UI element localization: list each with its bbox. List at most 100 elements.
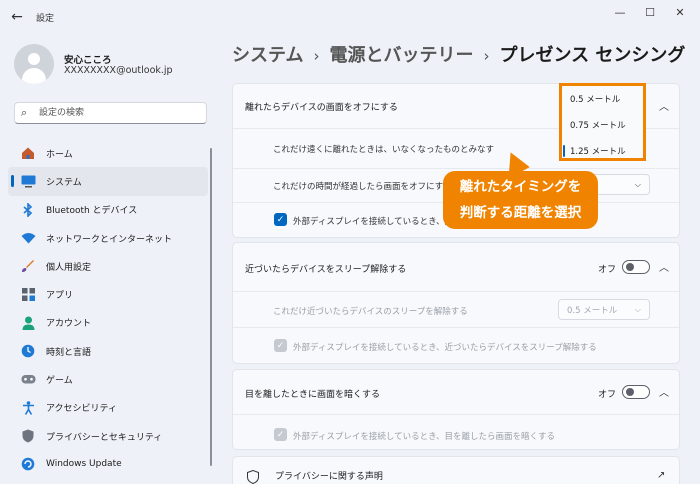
external-display-checkbox[interactable]: ✓ bbox=[274, 213, 287, 226]
chevron-right-icon: › bbox=[483, 47, 490, 65]
maximize-button[interactable]: ☐ bbox=[636, 4, 664, 22]
wake-distance-select[interactable]: 0.5 メートル ⌵ bbox=[558, 299, 650, 320]
section1-title: 離れたらデバイスの画面をオフにする bbox=[245, 103, 398, 113]
chevron-right-icon: › bbox=[313, 47, 320, 65]
toggle-state-label: オフ bbox=[598, 390, 617, 400]
wake-external-label: 外部ディスプレイを接続しているとき、近づいたらデバイスをスリープ解除する bbox=[293, 343, 597, 353]
shield-icon bbox=[20, 428, 36, 444]
system-icon bbox=[20, 173, 36, 189]
annotation-callout: 離れたタイミングを 判断する距離を選択 bbox=[443, 171, 598, 229]
chevron-down-icon: ⌵ bbox=[634, 305, 641, 314]
shield-icon bbox=[247, 469, 259, 484]
user-name: 安心こころ bbox=[64, 55, 112, 66]
sidebar-item-label: 時刻と言語 bbox=[46, 347, 92, 358]
toggle-knob bbox=[626, 388, 634, 396]
update-icon bbox=[20, 456, 36, 472]
selected-indicator bbox=[563, 145, 565, 157]
wake-toggle[interactable] bbox=[622, 260, 650, 274]
breadcrumb-power[interactable]: 電源とバッテリー bbox=[329, 45, 473, 66]
sidebar-item-accounts[interactable]: アカウント bbox=[8, 309, 208, 337]
toggle-knob bbox=[626, 263, 634, 271]
wake-distance-label: これだけ近づいたらデバイスのスリープを解除する bbox=[273, 307, 468, 317]
breadcrumb: システム › 電源とバッテリー › プレゼンス センシング bbox=[232, 41, 685, 67]
app-title: 設定 bbox=[36, 14, 55, 24]
active-indicator bbox=[11, 175, 14, 188]
game-icon bbox=[20, 372, 36, 388]
sidebar-item-bluetooth[interactable]: Bluetooth とデバイス bbox=[8, 196, 208, 224]
sidebar-item-gaming[interactable]: ゲーム bbox=[8, 365, 208, 393]
divider bbox=[233, 291, 679, 292]
minimize-button[interactable]: — bbox=[606, 4, 634, 22]
search-input[interactable] bbox=[39, 106, 199, 120]
back-arrow-icon[interactable]: ← bbox=[8, 8, 26, 26]
dim-external-label: 外部ディスプレイを接続しているとき、目を離したら画面を暗くする bbox=[293, 432, 556, 442]
dim-toggle[interactable] bbox=[622, 385, 650, 399]
account-icon bbox=[20, 315, 36, 331]
sidebar-item-label: Bluetooth とデバイス bbox=[46, 206, 138, 217]
wake-distance-value: 0.5 メートル bbox=[567, 306, 618, 316]
network-icon bbox=[20, 230, 36, 246]
sidebar-item-label: アクセシビリティ bbox=[46, 404, 118, 415]
sidebar-scrollbar[interactable] bbox=[210, 148, 212, 466]
bluetooth-icon bbox=[20, 202, 36, 218]
sidebar-nav: ホーム システム Bluetooth とデバイス ネットワークとインターネット … bbox=[8, 139, 208, 479]
chevron-up-icon[interactable]: ︿ bbox=[659, 98, 669, 113]
section-privacy-statement[interactable]: プライバシーに関する声明 ↗ bbox=[232, 456, 680, 484]
divider bbox=[233, 414, 679, 415]
sidebar-item-label: アプリ bbox=[46, 291, 74, 302]
sidebar-item-privacy[interactable]: プライバシーとセキュリティ bbox=[8, 422, 208, 450]
sidebar-item-apps[interactable]: アプリ bbox=[8, 280, 208, 308]
divider bbox=[233, 168, 679, 169]
avatar[interactable] bbox=[14, 44, 54, 84]
privacy-statement-title: プライバシーに関する声明 bbox=[275, 472, 383, 482]
sidebar-item-time-language[interactable]: 時刻と言語 bbox=[8, 337, 208, 365]
sidebar-item-label: ホーム bbox=[46, 149, 73, 160]
apps-icon bbox=[20, 287, 36, 303]
chevron-up-icon[interactable]: ︿ bbox=[659, 259, 669, 274]
external-link-icon[interactable]: ↗ bbox=[657, 470, 665, 481]
sidebar-item-system[interactable]: システム bbox=[8, 167, 208, 196]
accessibility-icon bbox=[20, 400, 36, 416]
sidebar-item-personalization[interactable]: 個人用設定 bbox=[8, 252, 208, 280]
home-icon bbox=[20, 145, 36, 161]
dim-external-checkbox[interactable]: ✓ bbox=[274, 428, 287, 441]
callout-line2: 判断する距離を選択 bbox=[459, 205, 582, 221]
sidebar-item-home[interactable]: ホーム bbox=[8, 139, 208, 167]
external-display-label: 外部ディスプレイを接続しているとき、離 bbox=[293, 217, 454, 227]
distance-dropdown-popup: 0.5 メートル 0.75 メートル 1.25 メートル bbox=[559, 83, 646, 161]
brush-icon bbox=[20, 258, 36, 274]
section2-title: 近づいたらデバイスをスリープ解除する bbox=[245, 265, 407, 275]
sidebar-item-label: アカウント bbox=[46, 319, 92, 330]
breadcrumb-system[interactable]: システム bbox=[232, 45, 303, 66]
sidebar-item-label: ゲーム bbox=[46, 376, 73, 387]
divider bbox=[233, 327, 679, 328]
title-bar: ← 設定 — ☐ ✕ bbox=[0, 0, 700, 34]
section-wake-on-approach: 近づいたらデバイスをスリープ解除する オフ ︿ これだけ近づいたらデバイスのスリ… bbox=[232, 242, 680, 364]
toggle-state-label: オフ bbox=[598, 265, 617, 275]
search-icon: ⌕ bbox=[21, 106, 28, 119]
chevron-down-icon: ⌵ bbox=[634, 180, 641, 189]
sidebar-item-label: Windows Update bbox=[46, 459, 122, 470]
time-language-icon bbox=[20, 343, 36, 359]
section3-title: 目を離したときに画面を暗くする bbox=[245, 390, 381, 400]
sidebar-item-network[interactable]: ネットワークとインターネット bbox=[8, 224, 208, 252]
user-email: XXXXXXXX@outlook.jp bbox=[64, 65, 173, 76]
dropdown-option-selected[interactable]: 1.25 メートル bbox=[570, 145, 626, 157]
dropdown-option[interactable]: 0.5 メートル bbox=[570, 93, 620, 105]
sidebar-item-label: システム bbox=[46, 177, 82, 188]
sidebar-item-label: 個人用設定 bbox=[46, 262, 92, 273]
wake-external-checkbox[interactable]: ✓ bbox=[274, 339, 287, 352]
sidebar-item-label: プライバシーとセキュリティ bbox=[46, 432, 163, 443]
distance-label: これだけ遠くに離れたときは、いなくなったものとみなす bbox=[273, 145, 495, 155]
sidebar-item-label: ネットワークとインターネット bbox=[46, 234, 173, 245]
dropdown-option[interactable]: 0.75 メートル bbox=[570, 119, 626, 131]
chevron-up-icon[interactable]: ︿ bbox=[659, 384, 669, 399]
screen-off-time-label: これだけの時間が経過したら画面をオフにす bbox=[273, 182, 444, 192]
close-button[interactable]: ✕ bbox=[666, 4, 694, 22]
section-dim-screen: 目を離したときに画面を暗くする オフ ︿ ✓ 外部ディスプレイを接続しているとき… bbox=[232, 369, 680, 450]
sidebar-item-windows-update[interactable]: Windows Update bbox=[8, 450, 208, 478]
page-title: プレゼンス センシング bbox=[499, 45, 686, 66]
search-box[interactable]: ⌕ bbox=[14, 102, 207, 124]
callout-line1: 離れたタイミングを bbox=[459, 179, 582, 195]
sidebar-item-accessibility[interactable]: アクセシビリティ bbox=[8, 394, 208, 422]
